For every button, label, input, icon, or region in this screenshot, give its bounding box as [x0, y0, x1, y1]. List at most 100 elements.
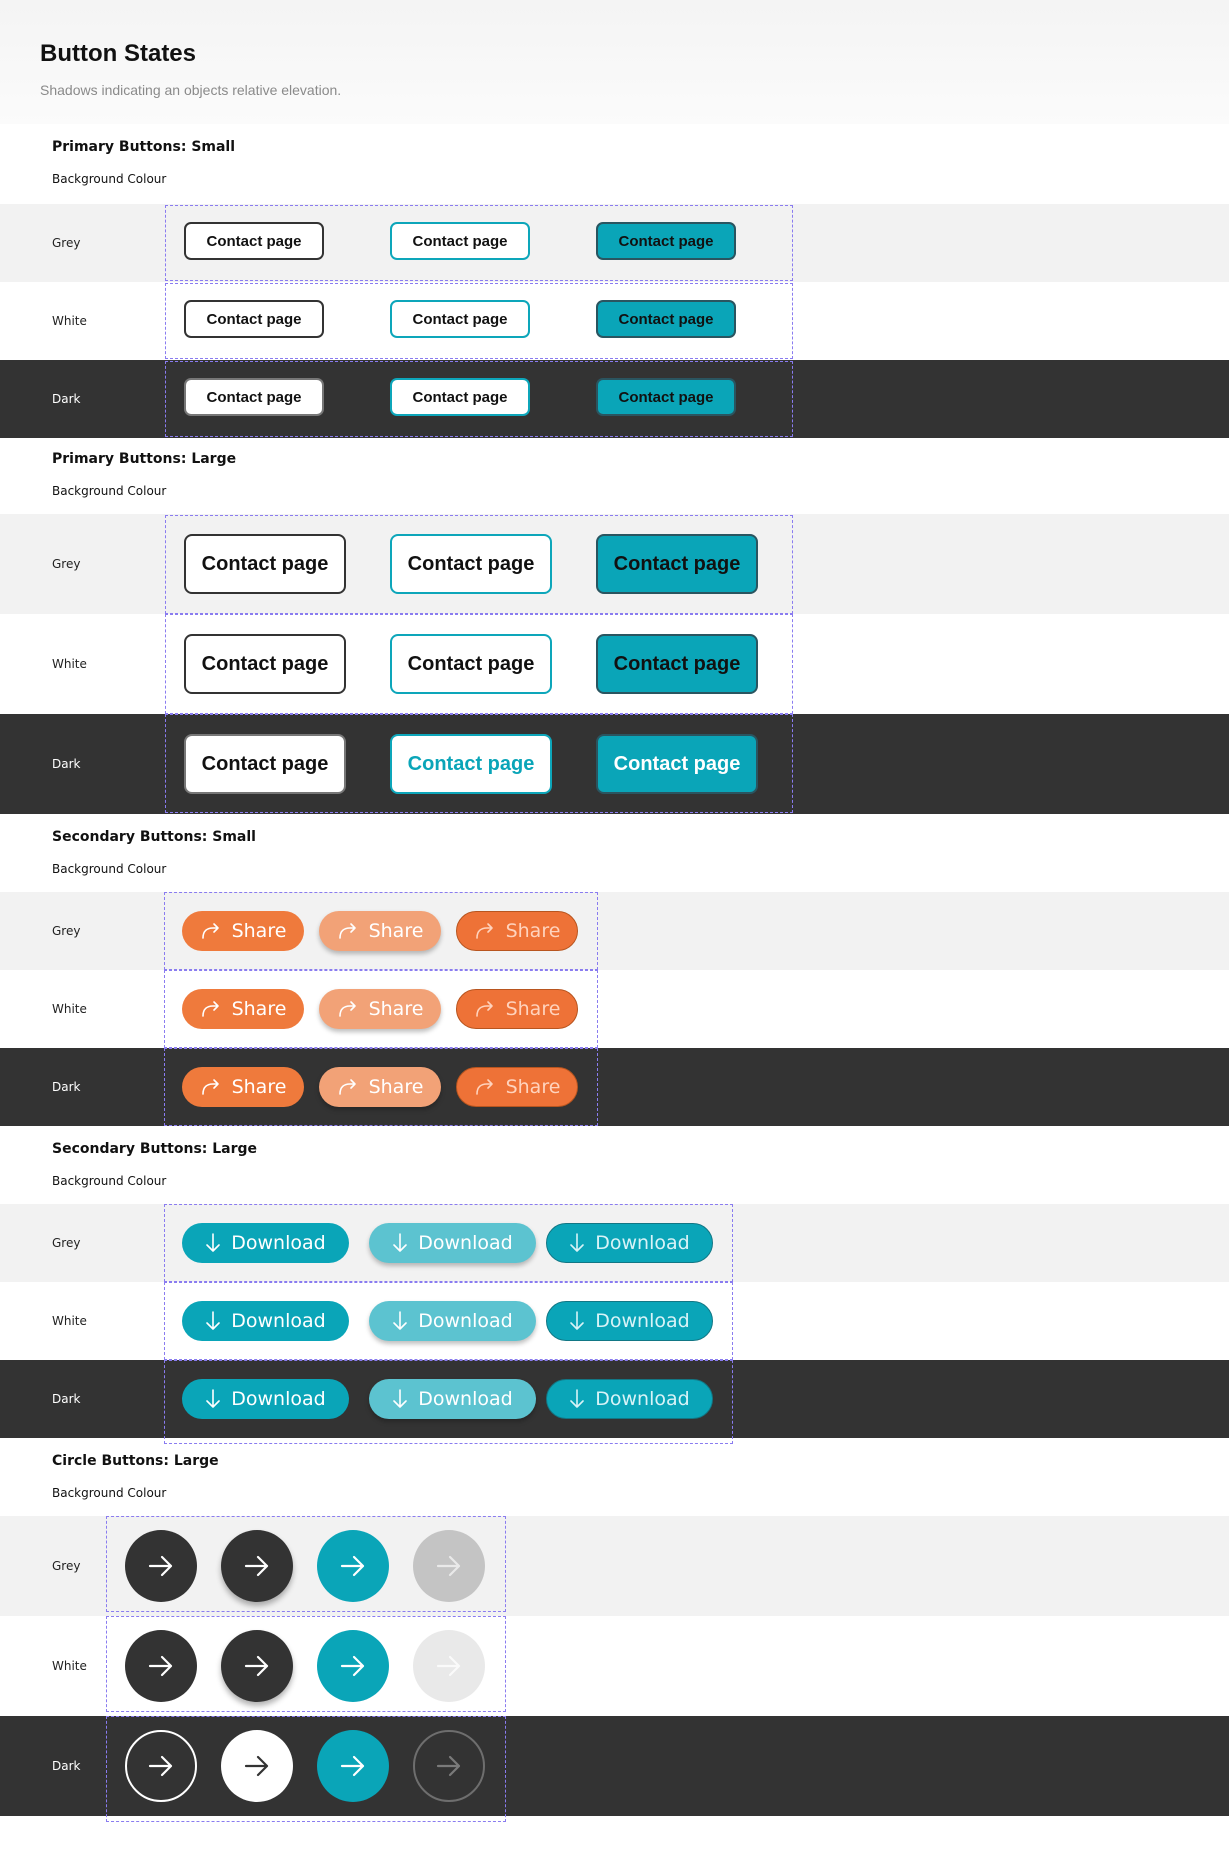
down-arrow-icon: [392, 1388, 408, 1410]
share-button-hover[interactable]: Share: [319, 911, 441, 951]
contact-page-button-active[interactable]: Contact page: [596, 734, 758, 794]
share-arrow-icon: [337, 922, 359, 940]
share-button-active[interactable]: Share: [456, 1067, 578, 1107]
share-arrow-icon: [337, 1000, 359, 1018]
share-label: Share: [231, 998, 287, 1020]
background-colour-label: Background Colour: [52, 1174, 167, 1188]
share-button-hover[interactable]: Share: [319, 1067, 441, 1107]
band-grey: Grey Contact page Contact page Contact p…: [0, 514, 1229, 614]
right-arrow-icon: [436, 1555, 461, 1577]
band-label-white: White: [52, 657, 87, 671]
section-title-secondary-large: Secondary Buttons: Large: [52, 1141, 258, 1157]
share-arrow-icon: [474, 922, 496, 940]
background-colour-label: Background Colour: [52, 1486, 167, 1500]
share-arrow-icon: [200, 922, 222, 940]
arrow-circle-button-hover[interactable]: [221, 1730, 293, 1802]
arrow-circle-button-hover[interactable]: [221, 1530, 293, 1602]
share-label: Share: [231, 920, 287, 942]
share-arrow-icon: [200, 1000, 222, 1018]
share-label: Share: [505, 920, 561, 942]
right-arrow-icon: [340, 1555, 365, 1577]
down-arrow-icon: [205, 1388, 221, 1410]
band-grey: Grey Download Download Download: [0, 1204, 1229, 1282]
contact-page-button-default[interactable]: Contact page: [184, 300, 324, 338]
contact-page-button-default[interactable]: Contact page: [184, 634, 346, 694]
band-label-dark: Dark: [52, 1759, 81, 1773]
download-button-hover[interactable]: Download: [369, 1379, 536, 1419]
download-button-active[interactable]: Download: [546, 1379, 713, 1419]
down-arrow-icon: [569, 1232, 585, 1254]
download-button-active[interactable]: Download: [546, 1301, 713, 1341]
share-button-hover[interactable]: Share: [319, 989, 441, 1029]
download-label: Download: [231, 1310, 326, 1332]
download-label: Download: [418, 1232, 513, 1254]
share-arrow-icon: [200, 1078, 222, 1096]
arrow-circle-button-default[interactable]: [125, 1530, 197, 1602]
arrow-circle-button-disabled[interactable]: [413, 1730, 485, 1802]
share-label: Share: [505, 1076, 561, 1098]
download-label: Download: [595, 1232, 690, 1254]
arrow-circle-button-disabled[interactable]: [413, 1530, 485, 1602]
contact-page-button-hover[interactable]: Contact page: [390, 222, 530, 260]
arrow-circle-button-hover[interactable]: [221, 1630, 293, 1702]
contact-page-button-default[interactable]: Contact page: [184, 222, 324, 260]
band-white: White Contact page Contact page Contact …: [0, 614, 1229, 714]
band-label-grey: Grey: [52, 924, 81, 938]
right-arrow-icon: [244, 1555, 269, 1577]
background-colour-label: Background Colour: [52, 172, 167, 186]
contact-page-button-active[interactable]: Contact page: [596, 634, 758, 694]
right-arrow-icon: [148, 1555, 173, 1577]
share-button-default[interactable]: Share: [182, 1067, 304, 1107]
right-arrow-icon: [436, 1755, 461, 1777]
download-button-default[interactable]: Download: [182, 1301, 349, 1341]
contact-page-button-default[interactable]: Contact page: [184, 534, 346, 594]
arrow-circle-button-default[interactable]: [125, 1630, 197, 1702]
share-arrow-icon: [474, 1000, 496, 1018]
arrow-circle-button-default[interactable]: [125, 1730, 197, 1802]
background-colour-label: Background Colour: [52, 484, 167, 498]
share-button-active[interactable]: Share: [456, 989, 578, 1029]
band-label-white: White: [52, 1314, 87, 1328]
down-arrow-icon: [392, 1232, 408, 1254]
page-title: Button States: [40, 40, 196, 67]
arrow-circle-button-active[interactable]: [317, 1730, 389, 1802]
contact-page-button-hover[interactable]: Contact page: [390, 634, 552, 694]
arrow-circle-button-active[interactable]: [317, 1630, 389, 1702]
contact-page-button-active[interactable]: Contact page: [596, 534, 758, 594]
contact-page-button-active[interactable]: Contact page: [596, 300, 736, 338]
down-arrow-icon: [205, 1310, 221, 1332]
contact-page-button-active[interactable]: Contact page: [596, 378, 736, 416]
arrow-circle-button-disabled[interactable]: [413, 1630, 485, 1702]
right-arrow-icon: [148, 1755, 173, 1777]
band-label-dark: Dark: [52, 392, 81, 406]
share-button-active[interactable]: Share: [456, 911, 578, 951]
band-label-grey: Grey: [52, 1559, 81, 1573]
download-button-default[interactable]: Download: [182, 1223, 349, 1263]
down-arrow-icon: [569, 1310, 585, 1332]
band-label-grey: Grey: [52, 1236, 81, 1250]
section-title-primary-large: Primary Buttons: Large: [52, 451, 237, 467]
share-button-default[interactable]: Share: [182, 911, 304, 951]
download-label: Download: [231, 1388, 326, 1410]
contact-page-button-hover[interactable]: Contact page: [390, 300, 530, 338]
arrow-circle-button-active[interactable]: [317, 1530, 389, 1602]
download-button-hover[interactable]: Download: [369, 1223, 536, 1263]
right-arrow-icon: [340, 1755, 365, 1777]
contact-page-button-default[interactable]: Contact page: [184, 734, 346, 794]
share-button-default[interactable]: Share: [182, 989, 304, 1029]
share-label: Share: [368, 998, 424, 1020]
band-dark: Dark: [0, 1716, 1229, 1816]
contact-page-button-hover[interactable]: Contact page: [390, 734, 552, 794]
download-button-default[interactable]: Download: [182, 1379, 349, 1419]
download-button-hover[interactable]: Download: [369, 1301, 536, 1341]
contact-page-button-active[interactable]: Contact page: [596, 222, 736, 260]
contact-page-button-hover[interactable]: Contact page: [390, 378, 530, 416]
download-label: Download: [418, 1388, 513, 1410]
download-button-active[interactable]: Download: [546, 1223, 713, 1263]
contact-page-button-hover[interactable]: Contact page: [390, 534, 552, 594]
band-white: White: [0, 1616, 1229, 1716]
contact-page-button-default[interactable]: Contact page: [184, 378, 324, 416]
band-grey: Grey Share Share Share: [0, 892, 1229, 970]
band-label-white: White: [52, 1659, 87, 1673]
down-arrow-icon: [205, 1232, 221, 1254]
